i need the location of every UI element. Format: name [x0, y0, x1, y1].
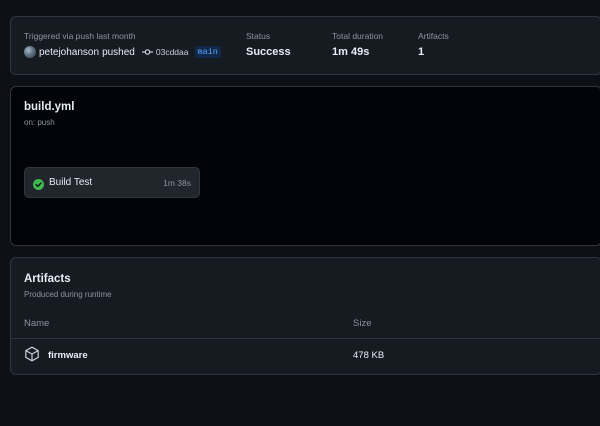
job-card[interactable]: Build Test 1m 38s: [24, 167, 200, 198]
artifacts-card: Artifacts Produced during runtime Name S…: [10, 257, 600, 375]
status-label: Status: [246, 31, 271, 41]
trigger-text: Triggered via push last month: [24, 31, 136, 41]
artifact-size: 478 KB: [353, 350, 385, 361]
duration-label: Total duration: [332, 31, 384, 41]
job-duration: 1m 38s: [163, 178, 191, 188]
artifacts-count-label: Artifacts: [418, 31, 449, 41]
duration-value: 1m 49s: [332, 46, 370, 58]
status-value: Success: [246, 46, 291, 58]
job-name: Build Test: [49, 177, 93, 188]
branch-badge[interactable]: main: [194, 46, 221, 58]
package-icon: [24, 346, 40, 367]
artifacts-subtitle: Produced during runtime: [24, 290, 112, 299]
check-circle-icon: [33, 177, 44, 195]
avatar[interactable]: [24, 46, 36, 58]
column-header-name: Name: [24, 318, 50, 329]
git-commit-icon: [141, 48, 153, 56]
column-header-size: Size: [353, 318, 372, 329]
workflow-graph-card: build.yml on: push Build Test 1m 38s: [10, 86, 600, 246]
table-divider: [11, 338, 600, 339]
artifacts-count-value[interactable]: 1: [418, 46, 424, 58]
run-summary-card: Triggered via push last month petejohans…: [10, 16, 600, 75]
trigger-details: petejohanson pushed 03cddaa main: [24, 46, 221, 58]
action-text: pushed: [102, 46, 135, 58]
workflow-trigger: on: push: [24, 118, 55, 127]
artifacts-title: Artifacts: [24, 273, 71, 285]
actor-link[interactable]: petejohanson: [39, 47, 99, 58]
artifact-name-link[interactable]: firmware: [48, 350, 88, 361]
workflow-file-name: build.yml: [24, 101, 75, 113]
commit-sha-link[interactable]: 03cddaa: [156, 47, 189, 57]
